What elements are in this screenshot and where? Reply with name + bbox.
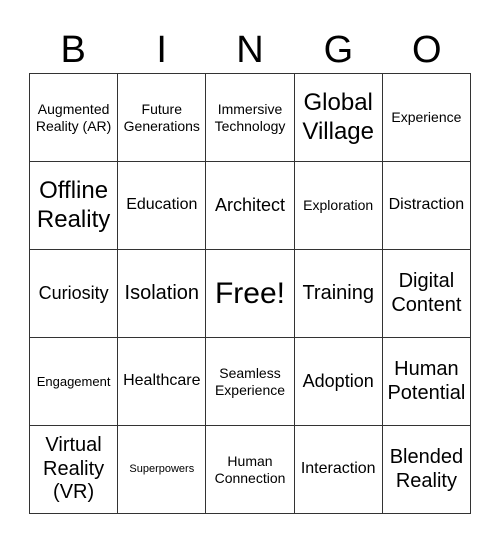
bingo-cell[interactable]: Digital Content (382, 250, 471, 338)
bingo-cell[interactable]: Global Village (294, 74, 383, 162)
bingo-cell[interactable]: Architect (206, 162, 295, 250)
bingo-cell[interactable]: Offline Reality (30, 162, 119, 250)
bingo-cell[interactable]: Interaction (294, 426, 383, 514)
bingo-cell[interactable]: Superpowers (118, 426, 207, 514)
bingo-cell[interactable]: Virtual Reality (VR) (30, 426, 119, 514)
bingo-cell[interactable]: Distraction (382, 162, 471, 250)
header-letter-i: I (156, 29, 167, 71)
bingo-cell[interactable]: Blended Reality (382, 426, 471, 514)
bingo-header: B I N G O (29, 28, 471, 72)
bingo-cell[interactable]: Seamless Experience (206, 338, 295, 426)
header-letter-o: O (412, 29, 442, 71)
bingo-cell[interactable]: Training (294, 250, 383, 338)
bingo-cell[interactable]: Engagement (30, 338, 119, 426)
free-space[interactable]: Free! (206, 250, 295, 338)
bingo-cell[interactable]: Curiosity (30, 250, 119, 338)
bingo-cell[interactable]: Healthcare (118, 338, 207, 426)
bingo-cell[interactable]: Exploration (294, 162, 383, 250)
bingo-cell[interactable]: Experience (382, 74, 471, 162)
bingo-cell[interactable]: Augmented Reality (AR) (30, 74, 119, 162)
bingo-cell[interactable]: Human Connection (206, 426, 295, 514)
header-letter-b: B (60, 29, 86, 71)
bingo-cell[interactable]: Future Generations (118, 74, 207, 162)
header-letter-g: G (323, 29, 354, 71)
bingo-cell[interactable]: Adoption (294, 338, 383, 426)
bingo-cell[interactable]: Human Potential (382, 338, 471, 426)
bingo-cell[interactable]: Education (118, 162, 207, 250)
bingo-card: Augmented Reality (AR) Future Generation… (29, 73, 471, 514)
bingo-cell[interactable]: Isolation (118, 250, 207, 338)
header-letter-n: N (236, 29, 264, 71)
bingo-cell[interactable]: Immersive Technology (206, 74, 295, 162)
